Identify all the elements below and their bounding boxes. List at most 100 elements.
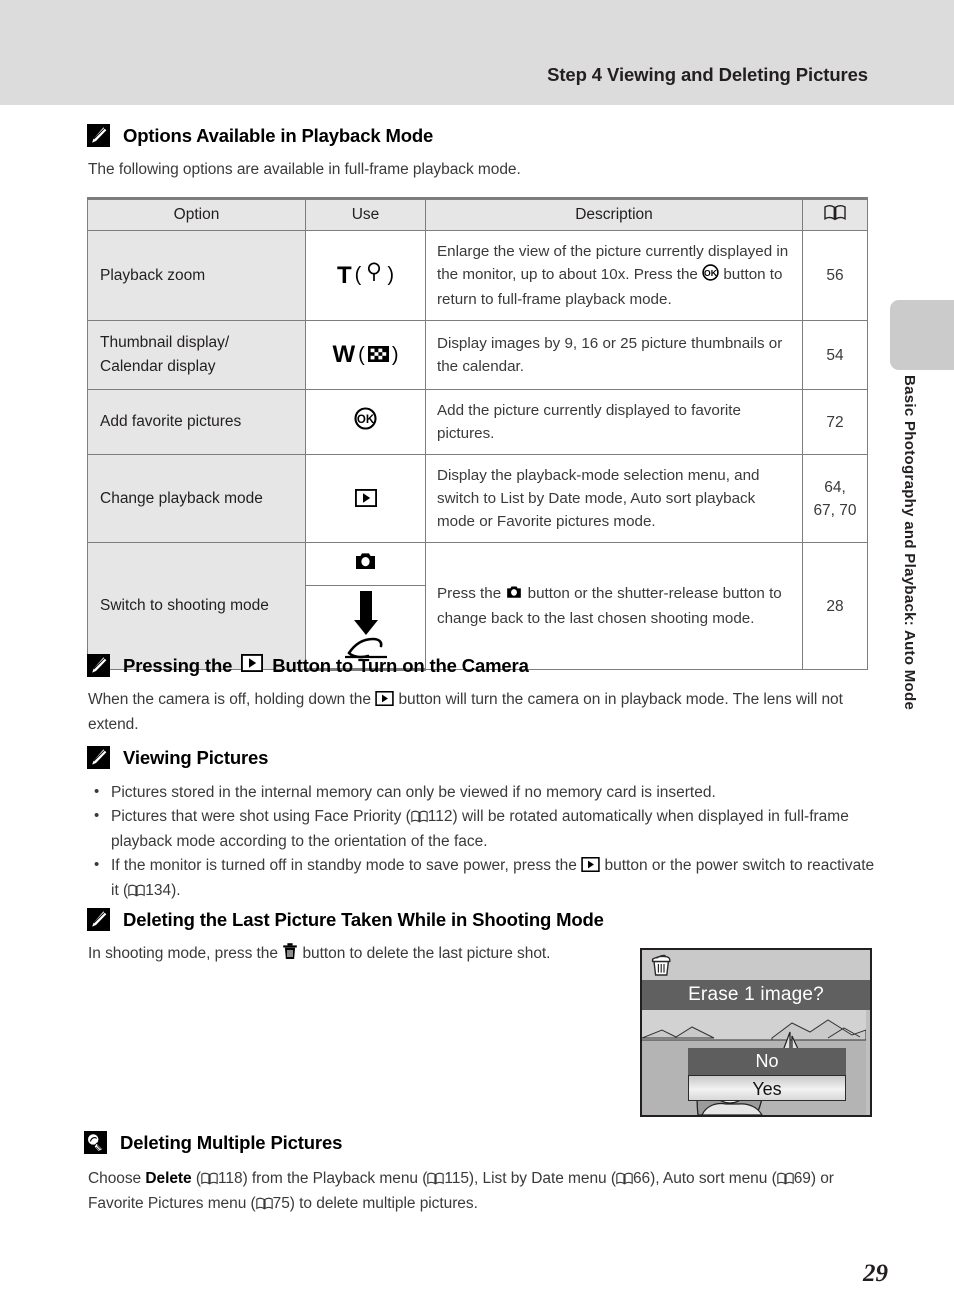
dm-bold-delete: Delete (145, 1170, 192, 1187)
thumbnail-grid-icon (367, 341, 389, 369)
book-icon (427, 1169, 445, 1192)
book-icon (201, 1169, 218, 1192)
monitor-banner-text: Erase 1 image? (642, 980, 870, 1010)
magnifier-icon (364, 261, 384, 290)
cell-description: Enlarge the view of the picture currentl… (425, 230, 803, 321)
note-pencil-icon (87, 908, 110, 931)
dm-ref1: 118 (218, 1170, 243, 1187)
cell-description: Add the picture currently displayed to f… (425, 389, 803, 455)
list-item: If the monitor is turned off in standby … (88, 853, 878, 905)
playback-button-icon (375, 690, 394, 713)
bullet-text-part1: If the monitor is turned off in standby … (111, 856, 577, 874)
section-heading: Deleting Multiple Pictures (120, 1131, 343, 1153)
camera-monitor-illustration: Erase 1 image? No Yes (640, 948, 872, 1117)
manual-page: Step 4 Viewing and Deleting Pictures Bas… (0, 0, 954, 1314)
page-ref-line2: 67, 70 (813, 501, 857, 519)
cell-option-text: Thumbnail display/ Calendar display (100, 334, 230, 375)
ok-button-icon: OK (354, 407, 377, 437)
monitor-top-bar (642, 950, 870, 980)
book-icon (824, 204, 846, 226)
camera-body-icon (505, 584, 523, 607)
playback-button-icon (354, 486, 377, 514)
cell-page-ref: 72 (802, 389, 868, 455)
section-options-available: Options Available in Playback Mode (87, 124, 433, 147)
dm-part3: ) from the Playback menu ( (242, 1170, 428, 1187)
section-heading-part1: Pressing the (123, 654, 233, 676)
note-pencil-icon (87, 746, 110, 769)
section-heading-part2: Button to Turn on the Camera (272, 654, 529, 676)
dm-part7: ) to delete multiple pictures. (289, 1195, 478, 1212)
col-header-page (802, 197, 868, 231)
book-icon (776, 1169, 794, 1192)
section-deleting-multiple: Deleting Multiple Pictures (84, 1131, 342, 1154)
bullet-text-part3: ). (171, 882, 181, 899)
cell-description: Press the button or the shutter-release … (425, 542, 803, 670)
svg-text:OK: OK (357, 414, 375, 426)
monitor-option-no[interactable]: No (688, 1048, 846, 1075)
dm-part2: ( (191, 1170, 201, 1187)
viewing-pictures-bullets: Pictures stored in the internal memory c… (88, 780, 878, 905)
col-header-option: Option (87, 197, 306, 231)
cell-page-ref: 28 (802, 542, 868, 670)
list-item: Pictures that were shot using Face Prior… (88, 804, 878, 854)
trash-can-icon (650, 954, 672, 982)
bullet-page-ref: 134 (145, 882, 172, 899)
cell-option: Playback zoom (87, 230, 306, 321)
bullet-page-ref: 112 (427, 807, 453, 825)
cell-option: Switch to shooting mode (87, 542, 306, 670)
note-pencil-icon (87, 124, 110, 147)
playback-button-icon (581, 856, 600, 880)
chapter-tab-label: Basic Photography and Playback: Auto Mod… (901, 375, 918, 711)
cell-use: T ( ) (305, 230, 426, 321)
dm-part1: Choose (88, 1170, 146, 1187)
cell-page-ref: 54 (802, 320, 868, 390)
cell-description: Display the playback-mode selection menu… (425, 454, 803, 543)
bullet-text-part1: Pictures that were shot using Face Prior… (111, 807, 411, 825)
list-item: Pictures stored in the internal memory c… (88, 780, 878, 805)
deleting-last-body: In shooting mode, press the button to de… (88, 942, 618, 967)
cell-page-ref: 64, 67, 70 (802, 454, 868, 543)
zoom-tele-letter: T (336, 261, 352, 289)
page-header-band (0, 0, 954, 105)
book-icon (411, 807, 428, 831)
monitor-option-yes[interactable]: Yes (688, 1075, 846, 1101)
table-row: Add favorite pictures OK Add the picture… (87, 389, 868, 455)
cell-use: W () (305, 320, 426, 390)
desc-text-part1: Press the (437, 585, 502, 602)
section-heading: Options Available in Playback Mode (123, 124, 434, 146)
cell-option: Thumbnail display/ Calendar display (87, 320, 306, 390)
svg-text:OK: OK (704, 268, 718, 278)
section-heading: Deleting the Last Picture Taken While in… (123, 908, 604, 930)
deleting-multiple-body: Choose Delete (118) from the Playback me… (88, 1167, 888, 1217)
table-row: Playback zoom T ( ) Enlarge the view of … (87, 230, 868, 321)
table-header-row: Option Use Description (87, 197, 868, 231)
monitor-confirm-menu[interactable]: No Yes (688, 1048, 846, 1101)
cell-use-camera (305, 542, 426, 586)
dm-part5: ), Auto sort menu ( (650, 1170, 777, 1187)
cell-option: Change playback mode (87, 454, 306, 543)
ok-button-icon: OK (702, 264, 719, 288)
bullet-text: Pictures stored in the internal memory c… (111, 784, 716, 801)
cell-option: Add favorite pictures (87, 389, 306, 455)
zoom-wide-letter: W (332, 341, 356, 368)
cell-use: OK (305, 389, 426, 455)
dm-ref2: 115 (444, 1170, 469, 1187)
playback-options-table: Option Use Description Playback zoom T (… (87, 197, 868, 671)
page-ref-line1: 64, (824, 478, 846, 496)
book-icon (255, 1194, 273, 1217)
cell-page-ref: 56 (802, 230, 868, 321)
table-row: Change playback mode Display the playbac… (87, 454, 868, 543)
page-header-title: Step 4 Viewing and Deleting Pictures (547, 64, 868, 85)
options-intro-text: The following options are available in f… (88, 161, 521, 178)
cell-use (305, 454, 426, 543)
dm-ref3: 66 (632, 1170, 651, 1187)
section-pressing-button: Pressing the Button to Turn on the Camer… (87, 653, 529, 677)
book-icon (128, 881, 145, 905)
dm-ref4: 69 (793, 1170, 811, 1187)
dm-part4: ), List by Date menu ( (468, 1170, 616, 1187)
section-heading: Viewing Pictures (123, 746, 269, 768)
playback-button-icon (241, 653, 264, 677)
tip-lightbulb-icon (84, 1131, 107, 1154)
table-row: Thumbnail display/ Calendar display W ( (87, 320, 868, 390)
pressing-button-body: When the camera is off, holding down the… (88, 688, 878, 736)
